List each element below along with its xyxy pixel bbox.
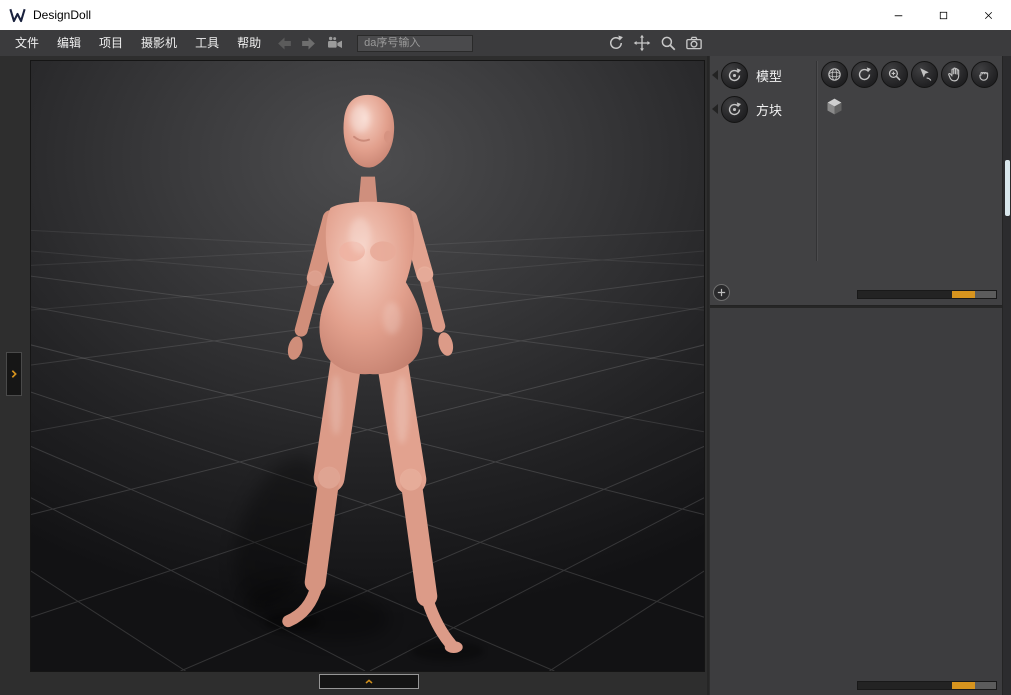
left-flyout-tab[interactable] (6, 352, 22, 396)
select-rotate-tool-icon (916, 66, 933, 83)
titlebar: DesignDoll (0, 0, 1011, 30)
bottom-bar (30, 672, 707, 695)
window-controls (876, 0, 1011, 30)
maximize-icon (937, 9, 950, 22)
sphere-manipulator-button[interactable] (821, 61, 848, 88)
zoom-tool-icon (886, 66, 903, 83)
scrollbar-thumb[interactable] (1005, 160, 1010, 216)
rotate-tool-button[interactable] (851, 61, 878, 88)
row-block-label: 方块 (756, 100, 782, 119)
collapse-arrow-icon[interactable] (712, 70, 718, 80)
back-arrow-icon (276, 35, 293, 52)
zoom-view-icon (659, 34, 677, 52)
forward-arrow-icon (300, 35, 317, 52)
scene-svg (31, 61, 704, 671)
rotate-view-button[interactable] (604, 32, 627, 54)
cube-tool-button[interactable] (821, 93, 848, 120)
model-reset-button[interactable] (721, 62, 748, 89)
chevron-up-icon (362, 677, 376, 686)
menu-tools[interactable]: 工具 (186, 30, 228, 56)
top-slider[interactable] (857, 290, 997, 299)
rotate-reset-icon (726, 67, 743, 84)
pan-view-icon (633, 34, 651, 52)
rotate-tool-icon (856, 66, 873, 83)
serial-input[interactable] (357, 35, 473, 52)
block-reset-button[interactable] (721, 96, 748, 123)
close-button[interactable] (966, 0, 1011, 30)
menu-file[interactable]: 文件 (6, 30, 48, 56)
right-panel-body (710, 308, 1002, 673)
fist-tool-button[interactable] (971, 61, 998, 88)
screenshot-camera-icon (685, 34, 703, 52)
menu-project[interactable]: 项目 (90, 30, 132, 56)
right-panel: 模型 方块 (709, 56, 1002, 695)
minimize-button[interactable] (876, 0, 921, 30)
app-logo-icon (7, 5, 27, 25)
undo-back-button[interactable] (274, 34, 295, 53)
slider-tail (975, 291, 996, 298)
left-strip (0, 56, 30, 695)
right-scrollbar[interactable] (1002, 56, 1011, 695)
collapse-arrow-icon[interactable] (712, 104, 718, 114)
right-panel-top: 模型 方块 (710, 56, 1002, 308)
row-model-label: 模型 (756, 66, 782, 85)
hand-tool-icon (946, 66, 963, 83)
tool-palette (821, 61, 1000, 120)
panel-divider (816, 61, 817, 261)
maximize-button[interactable] (921, 0, 966, 30)
video-camera-icon (325, 35, 345, 51)
select-rotate-tool-button[interactable] (911, 61, 938, 88)
window-title: DesignDoll (33, 8, 91, 22)
hand-tool-button[interactable] (941, 61, 968, 88)
zoom-view-button[interactable] (656, 32, 679, 54)
viewport-3d[interactable] (30, 60, 705, 672)
slider-tail (975, 682, 996, 689)
close-icon (982, 9, 995, 22)
screenshot-button[interactable] (682, 32, 705, 54)
bottom-slider[interactable] (857, 681, 997, 690)
redo-forward-button[interactable] (298, 34, 319, 53)
mannequin-figure[interactable] (286, 95, 463, 653)
fist-tool-icon (976, 66, 993, 83)
minimize-icon (892, 9, 905, 22)
right-panel-bottom (710, 673, 1002, 695)
rotate-reset-icon (726, 101, 743, 118)
menu-help[interactable]: 帮助 (228, 30, 270, 56)
content-area: 模型 方块 (0, 56, 1011, 695)
pan-view-button[interactable] (630, 32, 653, 54)
rotate-view-icon (607, 34, 625, 52)
app-window: DesignDoll 文件 编辑 项目 摄影机 工具 帮助 (0, 0, 1011, 695)
chevron-right-icon (9, 368, 19, 380)
view-tools (604, 30, 705, 56)
menubar: 文件 编辑 项目 摄影机 工具 帮助 (0, 30, 1011, 56)
expand-panel-button[interactable] (319, 674, 419, 689)
viewport-column (30, 56, 707, 695)
cube-tool-icon (824, 96, 845, 117)
history-nav (274, 34, 319, 53)
menu-camera[interactable]: 摄影机 (132, 30, 186, 56)
sphere-manipulator-icon (826, 66, 843, 83)
video-camera-button[interactable] (325, 34, 347, 52)
zoom-tool-button[interactable] (881, 61, 908, 88)
menu-edit[interactable]: 编辑 (48, 30, 90, 56)
add-item-button[interactable] (713, 284, 730, 301)
slider-thumb[interactable] (952, 291, 975, 298)
slider-thumb[interactable] (952, 682, 975, 689)
plus-icon (716, 287, 727, 298)
